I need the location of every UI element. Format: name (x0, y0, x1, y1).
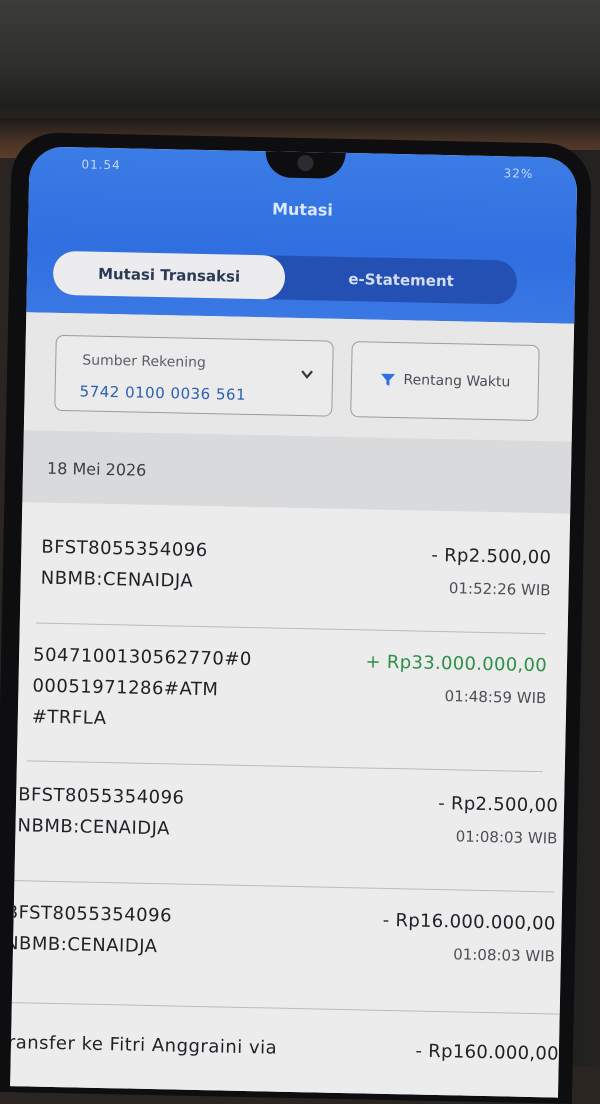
tx-description-line2: NBMB:CENAIDJA (17, 815, 171, 840)
source-account-dropdown[interactable]: Sumber Rekening 5742 0100 0036 561 (54, 334, 334, 417)
status-time: 01.54 (81, 157, 121, 173)
list-item[interactable]: BFST8055354096 NBMB:CENAIDJA - Rp2.500,0… (17, 778, 559, 847)
camera-icon (297, 154, 314, 172)
page-title: Mutasi (271, 199, 334, 220)
tab-e-statement[interactable]: e-Statement (285, 256, 518, 305)
date-group-header: 18 Mei 2026 (22, 430, 572, 514)
tx-amount: - Rp16.000.000,00 (382, 909, 556, 935)
phone-frame: 01.54 32% Mutasi Mutasi Transaksi e-Stat… (0, 131, 592, 1104)
tx-time: 01:48:59 WIB (444, 687, 547, 708)
source-account-label: Sumber Rekening (82, 352, 206, 372)
divider (26, 760, 543, 773)
time-range-button[interactable]: Rentang Waktu (350, 341, 540, 422)
list-item[interactable]: BFST8055354096 NBMB:CENAIDJA - Rp2.500,0… (41, 531, 552, 600)
list-item[interactable]: 5047100130562770#0 00051971286#ATM #TRFL… (32, 638, 548, 729)
filter-row: Sumber Rekening 5742 0100 0036 561 Renta… (23, 312, 575, 442)
date-group-label: 18 Mei 2026 (46, 458, 147, 480)
divider (14, 880, 555, 893)
tx-amount: - Rp2.500,00 (431, 544, 552, 569)
divider (35, 622, 546, 635)
time-range-label: Rentang Waktu (403, 372, 511, 391)
tab-mutasi-transaksi[interactable]: Mutasi Transaksi (52, 250, 286, 300)
tx-description-line2: NBMB:CENAIDJA (40, 567, 194, 592)
tx-amount: - Rp160.000,00 (415, 1040, 560, 1065)
chevron-down-icon (301, 370, 313, 379)
list-item[interactable]: Transfer ke Fitri Anggraini via - Rp160.… (10, 1026, 559, 1065)
tx-time: 01:08:03 WIB (453, 945, 556, 966)
source-account-value: 5742 0100 0036 561 (79, 382, 247, 404)
tab-switcher: Mutasi Transaksi e-Statement (52, 250, 518, 305)
tx-description-line3: #TRFLA (31, 706, 107, 730)
list-item[interactable]: BFST8055354096 NBMB:CENAIDJA - Rp16.000.… (10, 896, 556, 966)
tx-description-line2: NBMB:CENAIDJA (10, 932, 158, 958)
tx-description-line1: Transfer ke Fitri Anggraini via (10, 1031, 278, 1059)
tx-time: 01:52:26 WIB (448, 579, 551, 600)
tx-amount: - Rp2.500,00 (437, 793, 559, 817)
tx-time: 01:08:03 WIB (455, 827, 558, 848)
tx-amount: + Rp33.000.000,00 (365, 651, 548, 677)
transaction-list: BFST8055354096 NBMB:CENAIDJA - Rp2.500,0… (10, 502, 571, 1098)
status-battery: 32% (503, 166, 534, 181)
filter-icon (380, 373, 395, 386)
phone-screen: 01.54 32% Mutasi Mutasi Transaksi e-Stat… (10, 146, 578, 1098)
divider (11, 1002, 560, 1015)
